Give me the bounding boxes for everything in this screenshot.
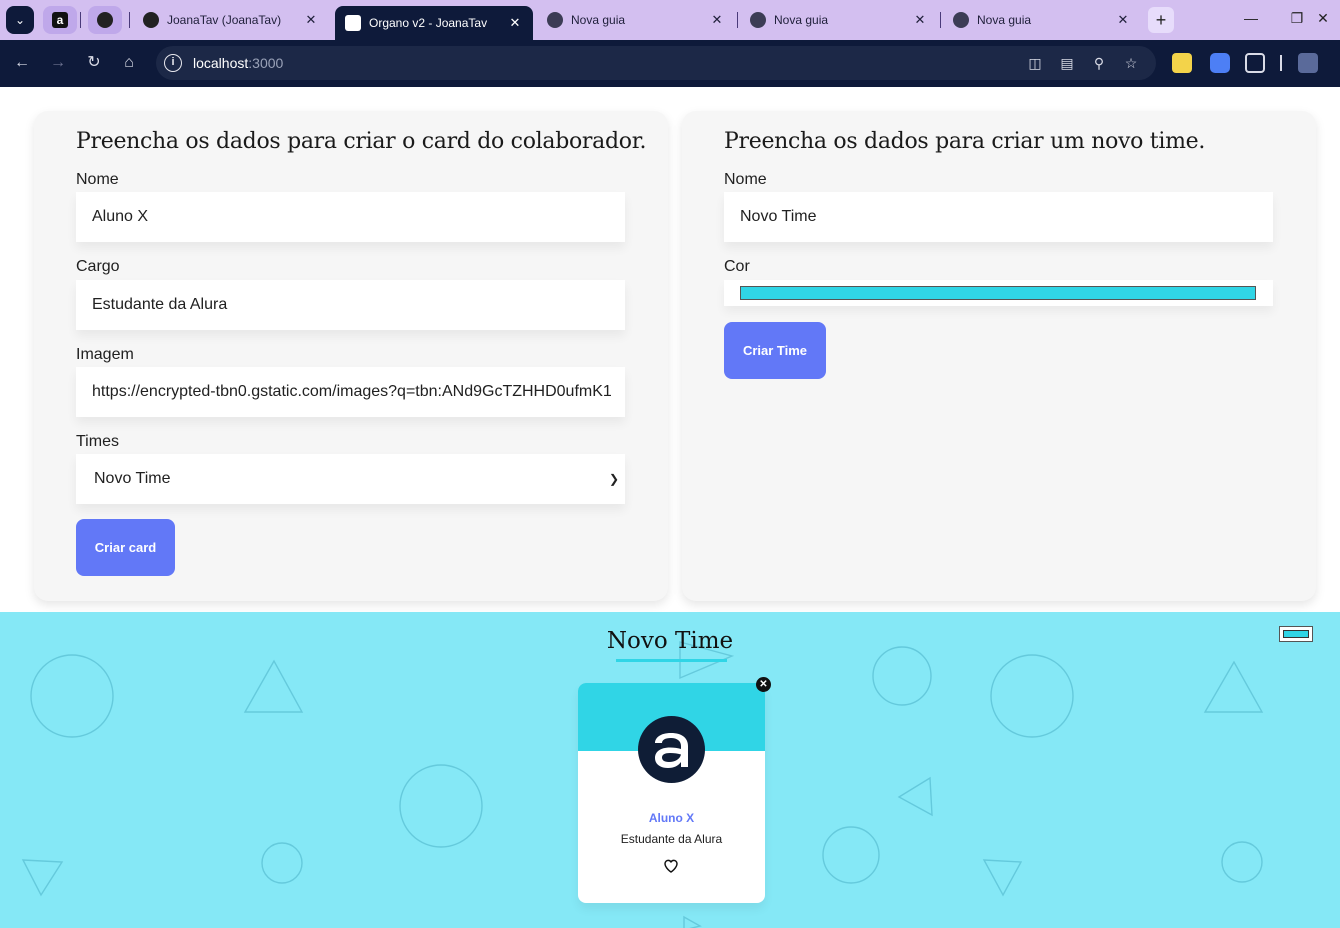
favorite-heart-icon[interactable] (663, 858, 679, 874)
home-icon[interactable]: ⌂ (118, 52, 140, 74)
team-name-input[interactable]: Novo Time (724, 192, 1273, 242)
tab-title: Nova guia (774, 13, 829, 27)
chrome-icon (953, 12, 969, 28)
collaborator-form: Preencha os dados para criar o card do c… (34, 111, 668, 601)
teams-label: Times (76, 433, 119, 450)
image-label: Imagem (76, 346, 134, 363)
profile-avatar-icon[interactable] (1298, 53, 1318, 73)
install-app-icon[interactable]: ◫ (1026, 54, 1044, 72)
tab-separator (80, 12, 81, 28)
github-icon (143, 12, 159, 28)
team-color-picker[interactable] (1279, 626, 1313, 642)
pinned-tab-alura[interactable]: a (43, 6, 77, 34)
tab-title: Organo v2 - JoanaTav (369, 16, 488, 30)
extension-copy-icon[interactable] (1210, 53, 1230, 73)
avatar (638, 716, 705, 783)
extension-icon[interactable] (1172, 53, 1192, 73)
team-title-underline (616, 659, 727, 662)
chevron-down-icon: ❯ (608, 472, 619, 486)
tab-separator (737, 12, 738, 28)
close-tab-icon[interactable]: ✕ (1115, 12, 1131, 28)
tab-title: Nova guia (571, 13, 626, 27)
close-window-icon[interactable]: ✕ (1313, 10, 1333, 27)
color-input[interactable] (724, 280, 1273, 306)
collaborator-name: Aluno X (648, 811, 695, 825)
page-content: Preencha os dados para criar o card do c… (0, 87, 1340, 928)
tab-title: Nova guia (977, 13, 1032, 27)
new-tab-button[interactable]: + (1148, 7, 1174, 33)
collaborator-role: Estudante da Alura (620, 832, 723, 846)
image-url-input[interactable]: https://encrypted-tbn0.gstatic.com/image… (76, 367, 625, 417)
team-section: Novo Time Aluno X Estudante da Alura ✕ (0, 612, 1340, 928)
tab-organo-active[interactable]: Organo v2 - JoanaTav ✕ (335, 6, 533, 40)
tab-title: JoanaTav (JoanaTav) (167, 13, 282, 27)
site-info-icon[interactable]: i (164, 54, 182, 72)
tab-separator (940, 12, 941, 28)
organo-favicon-icon (345, 15, 361, 31)
browser-tab-bar: ⌄ a JoanaTav (JoanaTav) ✕ Organo v2 - Jo… (0, 0, 1340, 40)
tab-new-tab-3[interactable]: Nova guia ✕ (943, 6, 1141, 34)
alura-favicon-icon: a (52, 12, 68, 28)
delete-card-close-icon[interactable]: ✕ (756, 677, 771, 692)
chrome-icon (547, 12, 563, 28)
close-tab-icon[interactable]: ✕ (912, 12, 928, 28)
close-tab-icon[interactable]: ✕ (709, 12, 725, 28)
chrome-icon (750, 12, 766, 28)
tab-new-tab-1[interactable]: Nova guia ✕ (537, 6, 735, 34)
tab-separator (129, 12, 130, 28)
reload-icon[interactable]: ↻ (83, 52, 105, 74)
extensions-puzzle-icon[interactable] (1245, 53, 1265, 73)
tab-new-tab-2[interactable]: Nova guia ✕ (740, 6, 938, 34)
address-bar[interactable]: i localhost:3000 ◫ ▤ ⚲ ☆ (156, 46, 1156, 80)
zoom-icon[interactable]: ⚲ (1090, 54, 1108, 72)
name-label: Nome (76, 171, 119, 188)
team-form-title: Preencha os dados para criar um novo tim… (724, 129, 1206, 154)
color-swatch (740, 286, 1256, 300)
translate-icon[interactable]: ▤ (1058, 54, 1076, 72)
pinned-tab-github[interactable] (88, 6, 122, 34)
url-host: localhost (193, 55, 249, 71)
close-tab-icon[interactable]: ✕ (303, 12, 319, 28)
collaborator-form-title: Preencha os dados para criar o card do c… (76, 129, 647, 154)
address-url[interactable]: localhost:3000 (193, 55, 283, 71)
collaborator-card: Aluno X Estudante da Alura (578, 683, 765, 903)
team-select[interactable]: Novo Time ❯ (76, 454, 625, 504)
name-input[interactable]: Aluno X (76, 192, 625, 242)
team-title: Novo Time (606, 628, 734, 654)
tab-github-profile[interactable]: JoanaTav (JoanaTav) ✕ (133, 6, 329, 34)
role-input[interactable]: Estudante da Alura (76, 280, 625, 330)
create-card-button[interactable]: Criar card (76, 519, 175, 576)
toolbar-divider (1280, 55, 1282, 71)
role-label: Cargo (76, 258, 120, 275)
github-icon (97, 12, 113, 28)
close-tab-icon[interactable]: ✕ (507, 15, 523, 31)
team-select-value: Novo Time (94, 470, 171, 487)
color-label: Cor (724, 258, 750, 275)
alura-logo-icon (655, 733, 688, 768)
bookmark-star-icon[interactable]: ☆ (1122, 54, 1140, 72)
forward-arrow-icon[interactable]: → (47, 52, 69, 74)
tab-search-chevron-icon[interactable]: ⌄ (6, 6, 34, 34)
url-port: :3000 (248, 55, 284, 71)
team-form: Preencha os dados para criar um novo tim… (682, 111, 1316, 601)
minimize-window-icon[interactable]: — (1241, 10, 1261, 26)
create-team-button[interactable]: Criar Time (724, 322, 826, 379)
browser-toolbar: ← → ↻ ⌂ i localhost:3000 ◫ ▤ ⚲ ☆ (0, 40, 1340, 87)
team-name-label: Nome (724, 171, 767, 188)
back-arrow-icon[interactable]: ← (11, 52, 33, 74)
restore-window-icon[interactable]: ❐ (1287, 10, 1307, 27)
team-color-swatch (1283, 630, 1309, 638)
